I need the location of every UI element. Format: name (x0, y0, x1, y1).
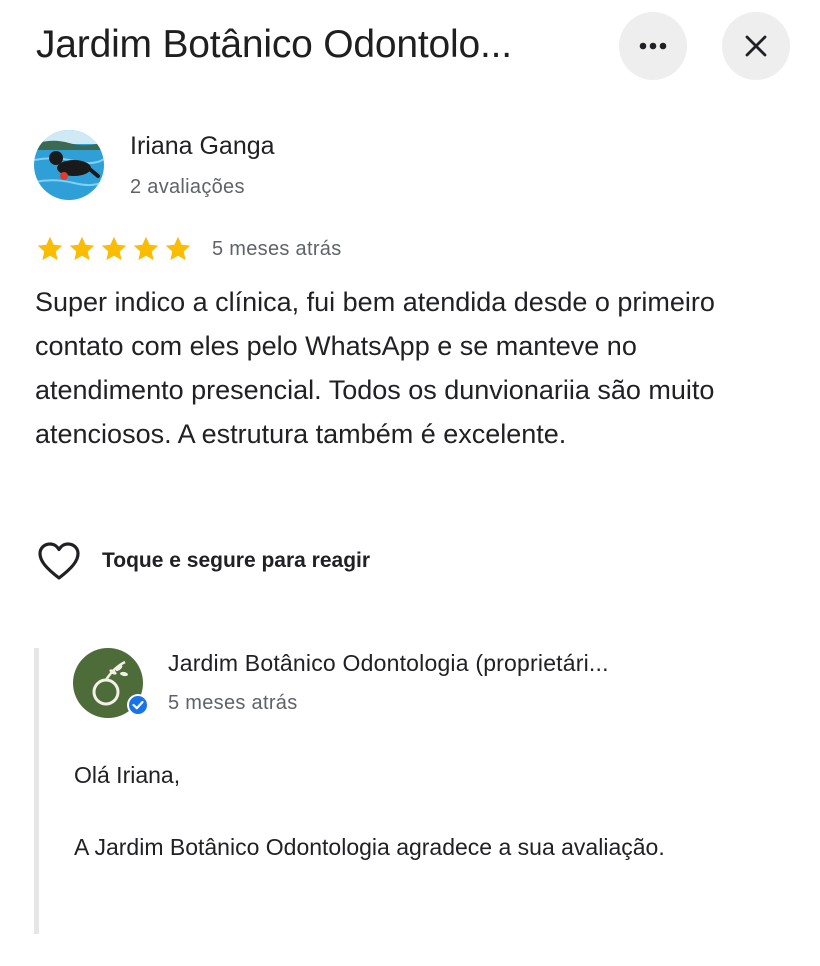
more-options-button[interactable] (619, 12, 687, 80)
react-button[interactable]: Toque e segure para reagir (36, 540, 370, 582)
reply-divider (34, 648, 39, 934)
star-icon (37, 236, 63, 261)
heart-icon (38, 542, 80, 580)
close-button[interactable] (722, 12, 790, 80)
verified-badge-icon (129, 696, 147, 714)
star-icon (69, 236, 95, 261)
close-icon (745, 35, 767, 57)
author-avatar[interactable] (34, 130, 104, 200)
star-rating (34, 234, 194, 264)
author-name[interactable]: Iriana Ganga (130, 132, 275, 161)
place-title: Jardim Botânico Odontolo... (36, 23, 512, 66)
rating-row: 5 meses atrás (34, 234, 342, 264)
react-label: Toque e segure para reagir (102, 549, 371, 572)
star-icon (165, 236, 191, 261)
owner-avatar (73, 648, 149, 718)
more-horizontal-icon (639, 42, 667, 50)
author-review-count: 2 avaliações (130, 176, 245, 198)
review-date: 5 meses atrás (212, 237, 342, 260)
owner-reply-body: A Jardim Botânico Odontologia agradece a… (74, 834, 665, 860)
owner-reply-greeting: Olá Iriana, (74, 762, 181, 788)
owner-reply-date: 5 meses atrás (168, 692, 298, 714)
review-text: Super indico a clínica, fui bem atendida… (35, 287, 715, 449)
owner-name: Jardim Botânico Odontologia (proprietári… (168, 650, 609, 676)
star-icon (133, 236, 159, 261)
star-icon (101, 236, 127, 261)
header: Jardim Botânico Odontolo... (0, 0, 820, 92)
